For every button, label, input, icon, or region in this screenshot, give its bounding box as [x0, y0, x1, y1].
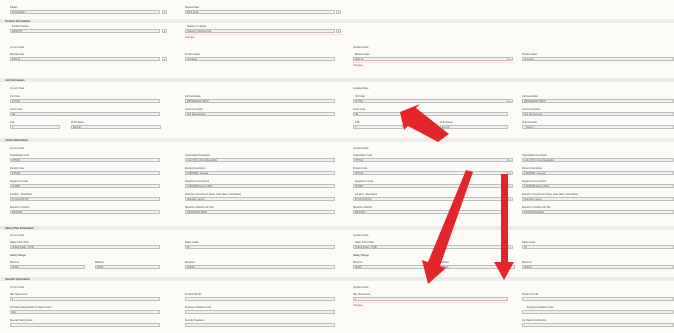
annotation-arrows	[400, 104, 514, 284]
arrow-icon	[494, 174, 514, 280]
arrow-icon	[400, 104, 449, 142]
arrow-icon	[422, 170, 473, 284]
